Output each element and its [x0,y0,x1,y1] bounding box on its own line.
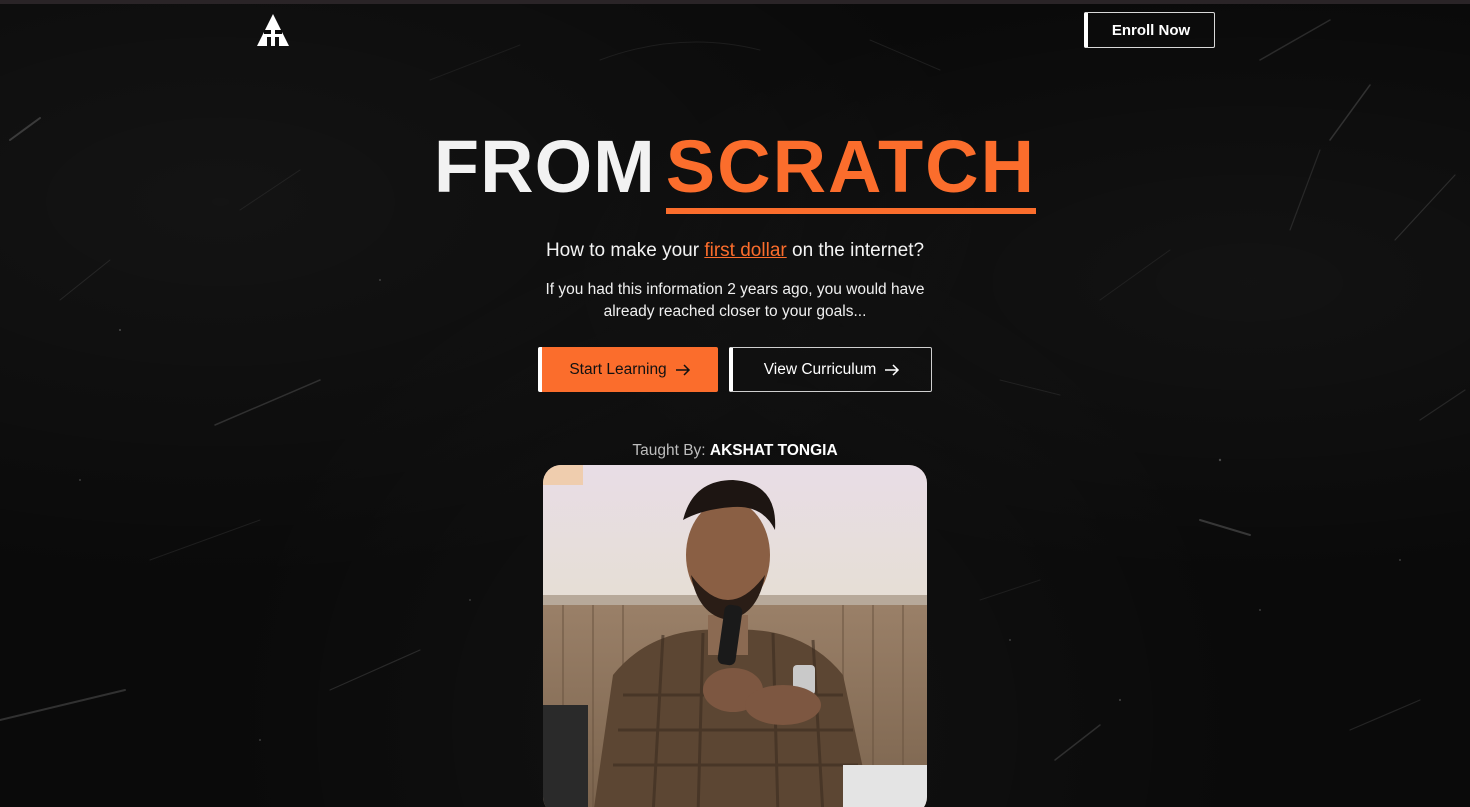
instructor-name: AKSHAT TONGIA [709,442,838,459]
hero-title: FROM SCRATCH [0,124,1470,214]
enroll-now-button[interactable]: Enroll Now [1084,12,1215,48]
arrow-right-icon [675,363,690,376]
taught-by: Taught By: AKSHAT TONGIA [0,442,1470,460]
view-curriculum-button[interactable]: View Curriculum [729,347,932,392]
instructor-photo-illustration [543,465,927,807]
hero-title-from: FROM [433,125,656,208]
arrow-right-icon [885,363,900,376]
subtitle-after: on the internet? [786,240,925,261]
start-learning-button[interactable]: Start Learning [538,347,718,392]
description-line-1: If you had this information 2 years ago,… [545,281,925,298]
taught-by-label: Taught By: [632,442,710,459]
landing-page: Enroll Now FROM SCRATCH How to make your … [0,0,1470,807]
hero-title-scratch: SCRATCH [665,125,1037,214]
description-line-2: already reached closer to your goals... [603,303,867,320]
first-dollar-link[interactable]: first dollar [704,240,786,261]
instructor-photo [543,465,927,807]
subtitle-before: How to make your [545,240,705,261]
hero-description: If you had this information 2 years ago,… [505,279,965,323]
a-triangle-logo-icon[interactable] [256,13,290,47]
start-learning-label: Start Learning [569,360,667,378]
hero-subtitle: How to make your first dollar on the int… [0,240,1470,262]
view-curriculum-label: View Curriculum [763,360,877,378]
top-border [0,0,1470,4]
